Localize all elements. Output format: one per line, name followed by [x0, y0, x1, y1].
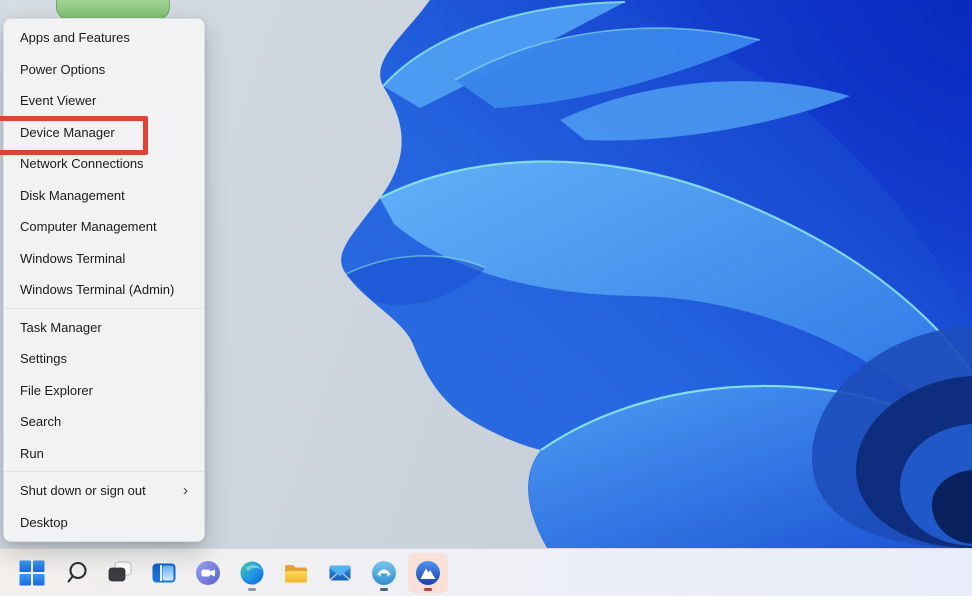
menu-item-label: Device Manager	[20, 125, 115, 140]
menu-item-search[interactable]: Search	[4, 406, 204, 438]
taskbar-nordvpn-button[interactable]	[408, 553, 448, 593]
mail-icon	[326, 559, 354, 587]
menu-item-label: Network Connections	[20, 156, 144, 171]
menu-item-label: Settings	[20, 351, 67, 366]
menu-item-power-options[interactable]: Power Options	[4, 54, 204, 86]
menu-item-event-viewer[interactable]: Event Viewer	[4, 85, 204, 117]
menu-item-label: Shut down or sign out	[20, 483, 146, 498]
taskbar-chat-button[interactable]	[188, 553, 228, 593]
submenu-chevron-icon: ›	[183, 483, 190, 498]
menu-item-label: Power Options	[20, 62, 105, 77]
folder-icon	[282, 559, 310, 587]
taskbar-edge-button[interactable]	[232, 553, 272, 593]
menu-item-apps-and-features[interactable]: Apps and Features	[4, 22, 204, 54]
menu-item-label: Windows Terminal	[20, 251, 125, 266]
menu-item-label: Desktop	[20, 515, 68, 530]
menu-item-task-manager[interactable]: Task Manager	[4, 312, 204, 344]
menu-item-windows-terminal[interactable]: Windows Terminal	[4, 243, 204, 275]
menu-item-label: Windows Terminal (Admin)	[20, 282, 174, 297]
menu-item-computer-management[interactable]: Computer Management	[4, 211, 204, 243]
desktop-screen: Apps and Features Power Options Event Vi…	[0, 0, 972, 596]
menu-item-label: Run	[20, 446, 44, 461]
menu-item-desktop[interactable]: Desktop	[4, 507, 204, 539]
menu-item-settings[interactable]: Settings	[4, 343, 204, 375]
taskbar-search-button[interactable]	[56, 553, 96, 593]
menu-item-windows-terminal-admin[interactable]: Windows Terminal (Admin)	[4, 274, 204, 306]
running-indicator	[248, 588, 256, 591]
menu-item-label: Search	[20, 414, 61, 429]
menu-item-label: File Explorer	[20, 383, 93, 398]
taskbar-file-explorer-button[interactable]	[276, 553, 316, 593]
menu-item-network-connections[interactable]: Network Connections	[4, 148, 204, 180]
nordvpn-icon	[414, 559, 442, 587]
taskbar-mail-button[interactable]	[320, 553, 360, 593]
menu-item-file-explorer[interactable]: File Explorer	[4, 375, 204, 407]
taskbar-task-view-button[interactable]	[100, 553, 140, 593]
taskbar-widgets-button[interactable]	[144, 553, 184, 593]
menu-item-label: Task Manager	[20, 320, 102, 335]
menu-item-shut-down-or-sign-out[interactable]: Shut down or sign out ›	[4, 475, 204, 507]
taskbar-blue-circle-app-button[interactable]	[364, 553, 404, 593]
task-view-icon	[106, 559, 134, 587]
start-icon	[18, 559, 46, 587]
taskbar	[0, 548, 972, 596]
menu-item-disk-management[interactable]: Disk Management	[4, 180, 204, 212]
menu-item-label: Event Viewer	[20, 93, 96, 108]
running-indicator	[380, 588, 388, 591]
taskbar-start-button[interactable]	[12, 553, 52, 593]
menu-item-device-manager[interactable]: Device Manager	[4, 117, 204, 149]
blue-circle-app-icon	[370, 559, 398, 587]
edge-icon	[238, 559, 266, 587]
running-indicator	[424, 588, 432, 591]
chat-icon	[194, 559, 222, 587]
menu-item-run[interactable]: Run	[4, 438, 204, 470]
menu-item-label: Apps and Features	[20, 30, 130, 45]
menu-item-label: Disk Management	[20, 188, 125, 203]
cropped-green-icon	[56, 0, 170, 20]
search-icon	[62, 559, 90, 587]
widgets-icon	[150, 559, 178, 587]
winx-quick-link-menu: Apps and Features Power Options Event Vi…	[3, 18, 205, 542]
menu-item-label: Computer Management	[20, 219, 157, 234]
